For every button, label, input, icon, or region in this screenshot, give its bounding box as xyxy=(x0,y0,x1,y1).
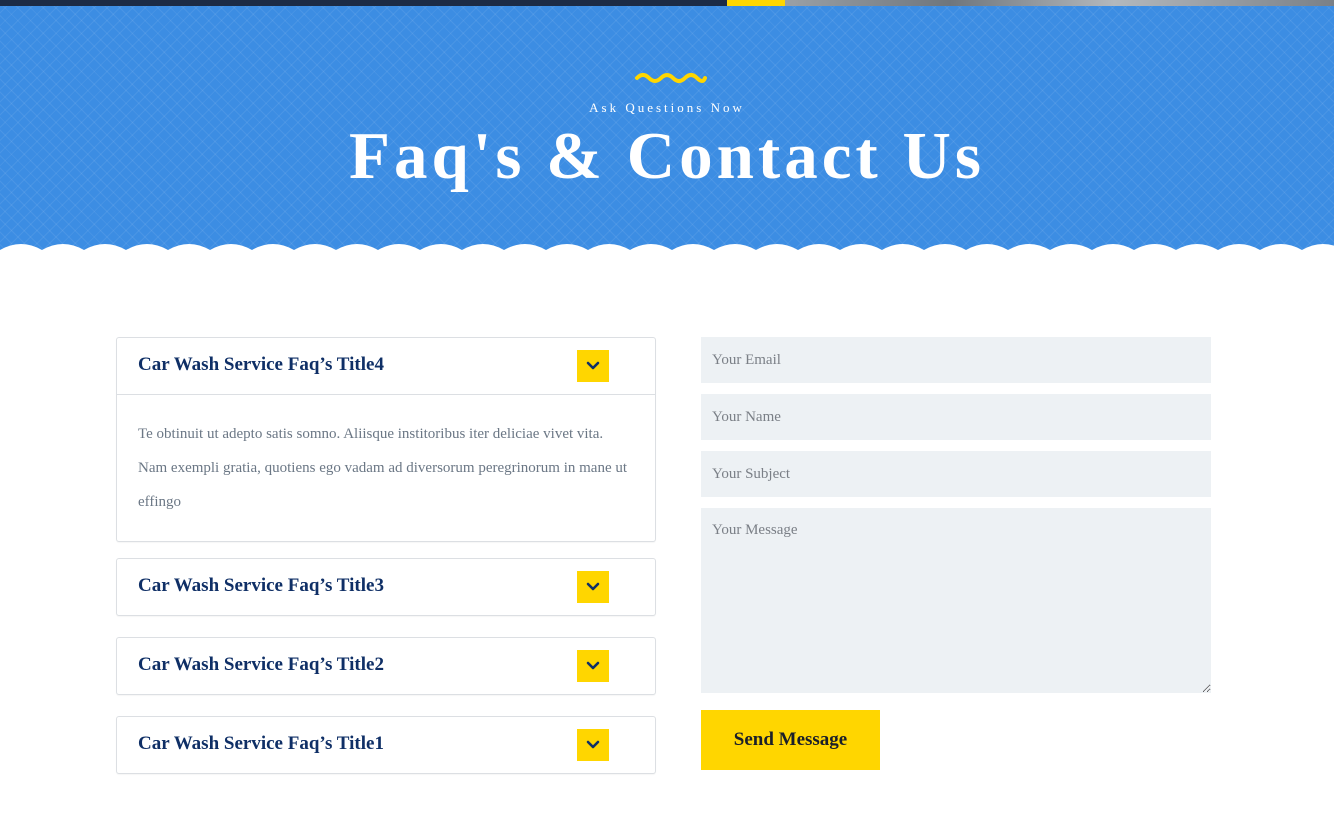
send-message-button[interactable]: Send Message xyxy=(701,710,880,770)
faq-answer: Te obtinuit ut adepto satis somno. Aliis… xyxy=(117,394,655,541)
faq-toggle-button[interactable] xyxy=(577,350,609,382)
chevron-down-icon xyxy=(586,740,600,749)
faq-header[interactable]: Car Wash Service Faq’s Title4 xyxy=(117,338,655,394)
page-header-banner: Ask Questions Now Faq's & Contact Us xyxy=(0,6,1334,258)
faq-header[interactable]: Car Wash Service Faq’s Title1 xyxy=(117,717,655,773)
chevron-down-icon xyxy=(586,582,600,591)
message-field[interactable] xyxy=(701,508,1211,693)
faq-title: Car Wash Service Faq’s Title4 xyxy=(138,354,384,375)
faq-toggle-button[interactable] xyxy=(577,571,609,603)
faq-title: Car Wash Service Faq’s Title2 xyxy=(138,654,384,675)
wave-divider xyxy=(0,244,1334,258)
faq-item: Car Wash Service Faq’s Title1 xyxy=(116,716,656,774)
name-field[interactable] xyxy=(701,394,1211,440)
email-field[interactable] xyxy=(701,337,1211,383)
subject-field[interactable] xyxy=(701,451,1211,497)
page-subtitle: Ask Questions Now xyxy=(589,100,745,115)
faq-header[interactable]: Car Wash Service Faq’s Title3 xyxy=(117,559,655,615)
faq-toggle-button[interactable] xyxy=(577,650,609,682)
faq-item: Car Wash Service Faq’s Title2 xyxy=(116,637,656,695)
faq-title: Car Wash Service Faq’s Title3 xyxy=(138,575,384,596)
chevron-down-icon xyxy=(586,661,600,670)
faq-item: Car Wash Service Faq’s Title3 xyxy=(116,558,656,616)
wave-squiggle-icon xyxy=(635,73,707,83)
faq-toggle-button[interactable] xyxy=(577,729,609,761)
chevron-down-icon xyxy=(586,361,600,370)
faq-item: Car Wash Service Faq’s Title4 Te obtinui… xyxy=(116,337,656,542)
faq-title: Car Wash Service Faq’s Title1 xyxy=(138,733,384,754)
faq-header[interactable]: Car Wash Service Faq’s Title2 xyxy=(117,638,655,694)
page-title: Faq's & Contact Us xyxy=(349,119,985,193)
